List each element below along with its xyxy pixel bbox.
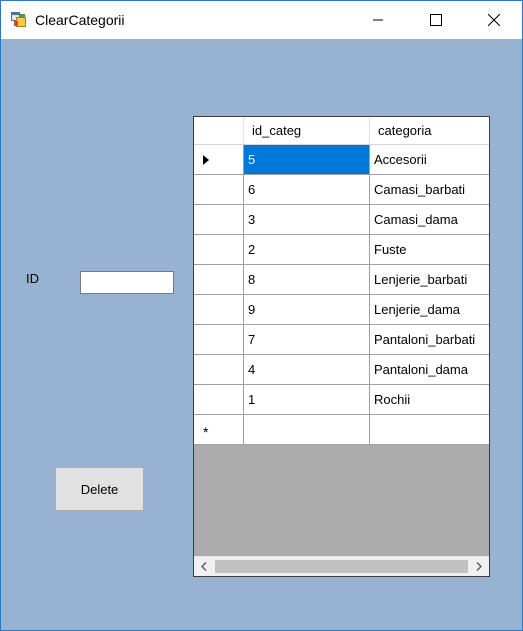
scroll-left-button[interactable]	[194, 557, 214, 576]
cell-categoria[interactable]: Fuste	[370, 235, 489, 264]
cell-id-categ[interactable]	[244, 415, 370, 444]
cell-id-categ[interactable]: 9	[244, 295, 370, 324]
row-header[interactable]: *	[194, 415, 244, 444]
cell-categoria[interactable]: Pantaloni_barbati	[370, 325, 489, 354]
minimize-button[interactable]	[355, 1, 401, 39]
row-header[interactable]	[194, 175, 244, 204]
cell-categoria[interactable]: Rochii	[370, 385, 489, 414]
delete-button[interactable]: Delete	[55, 467, 144, 511]
chevron-right-icon	[476, 562, 482, 571]
cell-id-categ[interactable]: 5	[244, 145, 370, 174]
window-title: ClearCategorii	[35, 12, 125, 28]
table-row[interactable]: 2 Fuste	[194, 235, 489, 265]
maximize-icon	[430, 14, 442, 26]
new-row[interactable]: *	[194, 415, 489, 445]
cell-id-categ[interactable]: 3	[244, 205, 370, 234]
minimize-icon	[373, 19, 383, 21]
table-row[interactable]: 3 Camasi_dama	[194, 205, 489, 235]
cell-id-categ[interactable]: 1	[244, 385, 370, 414]
row-header[interactable]	[194, 295, 244, 324]
cell-categoria[interactable]: Lenjerie_dama	[370, 295, 489, 324]
scroll-thumb[interactable]	[215, 560, 468, 573]
maximize-button[interactable]	[413, 1, 459, 39]
winforms-app-icon	[11, 12, 27, 28]
cell-categoria[interactable]: Camasi_barbati	[370, 175, 489, 204]
id-input[interactable]	[80, 271, 174, 294]
scroll-right-button[interactable]	[469, 557, 489, 576]
cell-categoria[interactable]: Pantaloni_dama	[370, 355, 489, 384]
horizontal-scrollbar[interactable]	[194, 556, 489, 576]
table-row[interactable]: 6 Camasi_barbati	[194, 175, 489, 205]
id-label: ID	[26, 271, 39, 286]
cell-categoria[interactable]	[370, 415, 489, 444]
cell-id-categ[interactable]: 4	[244, 355, 370, 384]
row-header[interactable]	[194, 325, 244, 354]
column-header-id-categ[interactable]: id_categ	[244, 117, 370, 144]
grid-body: 5 Accesorii 6 Camasi_barbati 3 Camasi_da…	[194, 145, 489, 445]
column-header-categoria[interactable]: categoria	[370, 117, 489, 144]
table-row[interactable]: 9 Lenjerie_dama	[194, 295, 489, 325]
row-header[interactable]	[194, 355, 244, 384]
table-row[interactable]: 4 Pantaloni_dama	[194, 355, 489, 385]
categories-grid[interactable]: id_categ categoria 5 Accesorii 6 Camasi_…	[193, 116, 490, 577]
cell-id-categ[interactable]: 7	[244, 325, 370, 354]
cell-id-categ[interactable]: 8	[244, 265, 370, 294]
cell-categoria[interactable]: Lenjerie_barbati	[370, 265, 489, 294]
row-header[interactable]	[194, 205, 244, 234]
new-row-marker: *	[203, 423, 209, 440]
table-row[interactable]: 1 Rochii	[194, 385, 489, 415]
close-icon	[488, 14, 500, 26]
grid-header: id_categ categoria	[194, 117, 489, 145]
table-row[interactable]: 5 Accesorii	[194, 145, 489, 175]
table-row[interactable]: 7 Pantaloni_barbati	[194, 325, 489, 355]
grid-corner-cell[interactable]	[194, 117, 244, 144]
row-header[interactable]	[194, 385, 244, 414]
row-pointer-icon	[203, 154, 209, 165]
app-window: ClearCategorii ID Delete id_categ catego…	[0, 0, 523, 631]
cell-id-categ[interactable]: 6	[244, 175, 370, 204]
close-button[interactable]	[471, 1, 517, 39]
row-header[interactable]	[194, 265, 244, 294]
chevron-left-icon	[201, 562, 207, 571]
cell-id-categ[interactable]: 2	[244, 235, 370, 264]
cell-categoria[interactable]: Accesorii	[370, 145, 489, 174]
title-bar[interactable]: ClearCategorii	[1, 1, 522, 39]
table-row[interactable]: 8 Lenjerie_barbati	[194, 265, 489, 295]
row-header[interactable]	[194, 145, 244, 174]
row-header[interactable]	[194, 235, 244, 264]
cell-categoria[interactable]: Camasi_dama	[370, 205, 489, 234]
